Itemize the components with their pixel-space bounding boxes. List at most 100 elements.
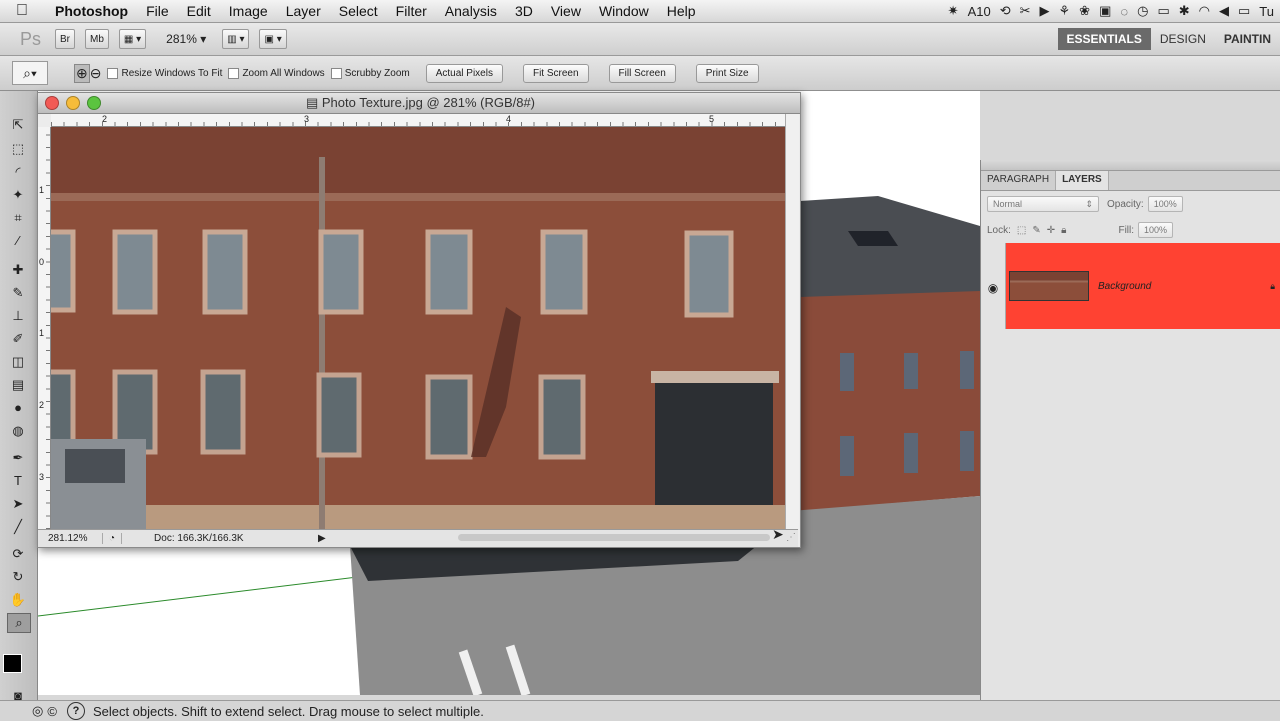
tab-layers[interactable]: LAYERS [1056,171,1109,190]
zoom-all-windows-checkbox[interactable]: Zoom All Windows [228,67,325,79]
arrange-documents-button[interactable]: ▥ ▾ [222,29,250,49]
display-icon[interactable]: ▣ [1099,3,1111,19]
status-info-icon[interactable]: ◔ [109,533,115,544]
lock-all-icon[interactable]: 🔒︎ [1061,225,1066,236]
fill-screen-button[interactable]: Fill Screen [608,63,676,83]
menu-file[interactable]: File [137,3,178,19]
zoom-window-button[interactable] [87,96,101,110]
line-tool-icon[interactable]: ╱ [7,518,29,536]
3d-orbit-tool-icon[interactable]: ↻ [7,568,29,586]
lock-image-icon[interactable]: ✎ [1032,225,1040,236]
menu-view[interactable]: View [542,3,590,19]
dodge-tool-icon[interactable]: ◍ [7,422,29,440]
clock-icon[interactable]: ◷ [1137,3,1148,19]
actual-pixels-button[interactable]: Actual Pixels [425,63,503,83]
menu-select[interactable]: Select [330,3,387,19]
apple-icon[interactable]:  [16,2,34,20]
print-size-button[interactable]: Print Size [695,63,759,83]
clone-stamp-tool-icon[interactable]: ⊥ [7,307,29,325]
bluetooth-icon[interactable]: ✱ [1179,3,1190,19]
tab-paragraph[interactable]: PARAGRAPH [981,171,1057,190]
hand-tool-icon[interactable]: ✋ [7,591,29,609]
eraser-tool-icon[interactable]: ◫ [7,353,29,371]
resize-grip-icon[interactable]: ⋰ [786,532,796,543]
history-brush-tool-icon[interactable]: ✐ [7,330,29,348]
view-extras-button[interactable]: ▦ ▾ [118,29,147,49]
opacity-field[interactable]: 100% [1147,196,1183,212]
layer-row-background[interactable]: ◉ Background 🔒︎ [981,243,1280,329]
crop-tool-icon[interactable]: ⌗ [7,209,29,227]
workspace-design[interactable]: DESIGN [1151,28,1215,50]
paw-icon[interactable]: ❀ [1079,3,1090,19]
marquee-tool-icon[interactable]: ⬚ [7,140,29,158]
document-title-bar[interactable]: ▤ Photo Texture.jpg @ 281% (RGB/8#) [38,93,800,114]
brightness-icon[interactable]: ✷ [948,3,959,19]
photo-canvas[interactable] [51,127,785,529]
vertical-scrollbar[interactable] [785,114,799,529]
3d-rotate-tool-icon[interactable]: ⟳ [7,545,29,563]
clock-text[interactable]: Tu [1259,4,1274,19]
move-tool-icon[interactable]: ⇱ [7,116,29,134]
lock-position-icon[interactable]: ✛ [1047,225,1055,236]
lock-transparent-icon[interactable]: ⬚ [1017,225,1026,236]
fit-screen-button[interactable]: Fit Screen [522,63,589,83]
zoom-in-icon[interactable]: ⊕ [74,63,90,83]
menu-filter[interactable]: Filter [387,3,436,19]
volume-icon[interactable]: ◀ [1219,3,1229,19]
menu-edit[interactable]: Edit [178,3,220,19]
workspace-painting[interactable]: PAINTIN [1215,28,1280,50]
type-tool-icon[interactable]: T [7,472,29,490]
screen-mode-button[interactable]: ▣ ▾ [259,29,287,49]
layer-row-body[interactable]: Background 🔒︎ [1006,243,1280,329]
menu-image[interactable]: Image [220,3,277,19]
sync-icon[interactable]: ⟲ [1000,3,1011,19]
blend-mode-select[interactable]: Normal ⇕ [987,196,1099,212]
panel-header[interactable] [981,160,1280,171]
minimize-window-button[interactable] [66,96,80,110]
menu-help[interactable]: Help [658,3,705,19]
battery-icon[interactable]: ▭ [1238,3,1250,19]
font-size-icon[interactable]: A10 [968,4,991,19]
zoom-percentage[interactable]: 281.12% [38,533,103,544]
healing-brush-tool-icon[interactable]: ✚ [7,261,29,279]
quick-select-tool-icon[interactable]: ✦ [7,186,29,204]
zoom-tool-icon[interactable]: ⌕ [7,613,31,633]
tree-icon[interactable]: ⚘ [1059,3,1071,19]
close-window-button[interactable] [45,96,59,110]
visibility-eye-icon[interactable]: ◉ [981,243,1006,329]
play-icon[interactable]: ▶ [1040,3,1050,19]
wifi-icon[interactable]: ◠ [1199,3,1210,19]
horizontal-scrollbar[interactable] [458,534,770,541]
mini-bridge-button[interactable]: Mb [85,29,109,49]
foreground-color-swatch[interactable] [3,654,22,673]
horizontal-ruler[interactable]: 2 3 4 5 [51,114,785,127]
help-icon[interactable]: ? [66,702,85,720]
path-selection-tool-icon[interactable]: ➤ [7,495,29,513]
gradient-tool-icon[interactable]: ▤ [7,376,29,394]
vertical-ruler[interactable]: 1 0 1 2 3 [38,127,51,529]
bridge-button[interactable]: Br [55,29,76,49]
resize-windows-checkbox[interactable]: Resize Windows To Fit [107,67,222,79]
eyedropper-tool-icon[interactable]: ⁄ [7,232,29,250]
brush-tool-icon[interactable]: ✎ [7,284,29,302]
blur-tool-icon[interactable]: ● [7,399,29,417]
lasso-tool-icon[interactable]: ◜ [7,163,29,181]
status-menu-arrow-icon[interactable]: ▶ [318,533,326,544]
cloud-icon[interactable]: ◌ [1120,4,1128,19]
menu-analysis[interactable]: Analysis [436,3,506,19]
pen-tool-icon[interactable]: ✒ [7,449,29,467]
zoom-out-icon[interactable]: ⊖ [90,65,102,82]
menu-3d[interactable]: 3D [506,3,542,19]
menu-layer[interactable]: Layer [277,3,330,19]
tool-preset-picker[interactable]: ⌕▾ [12,61,48,85]
geo-location-icon[interactable]: ◎ [32,703,43,719]
monitor-icon[interactable]: ▭ [1157,3,1169,19]
menu-app-photoshop[interactable]: Photoshop [46,3,137,19]
menu-window[interactable]: Window [590,3,658,19]
layer-name[interactable]: Background [1098,281,1151,292]
zoom-level-dropdown[interactable]: 281% ▾ [166,32,206,46]
credits-icon[interactable]: © [47,704,57,719]
workspace-essentials[interactable]: ESSENTIALS [1057,28,1151,50]
scrubby-zoom-checkbox[interactable]: Scrubby Zoom [330,67,410,79]
scissors-icon[interactable]: ✂ [1020,3,1031,19]
